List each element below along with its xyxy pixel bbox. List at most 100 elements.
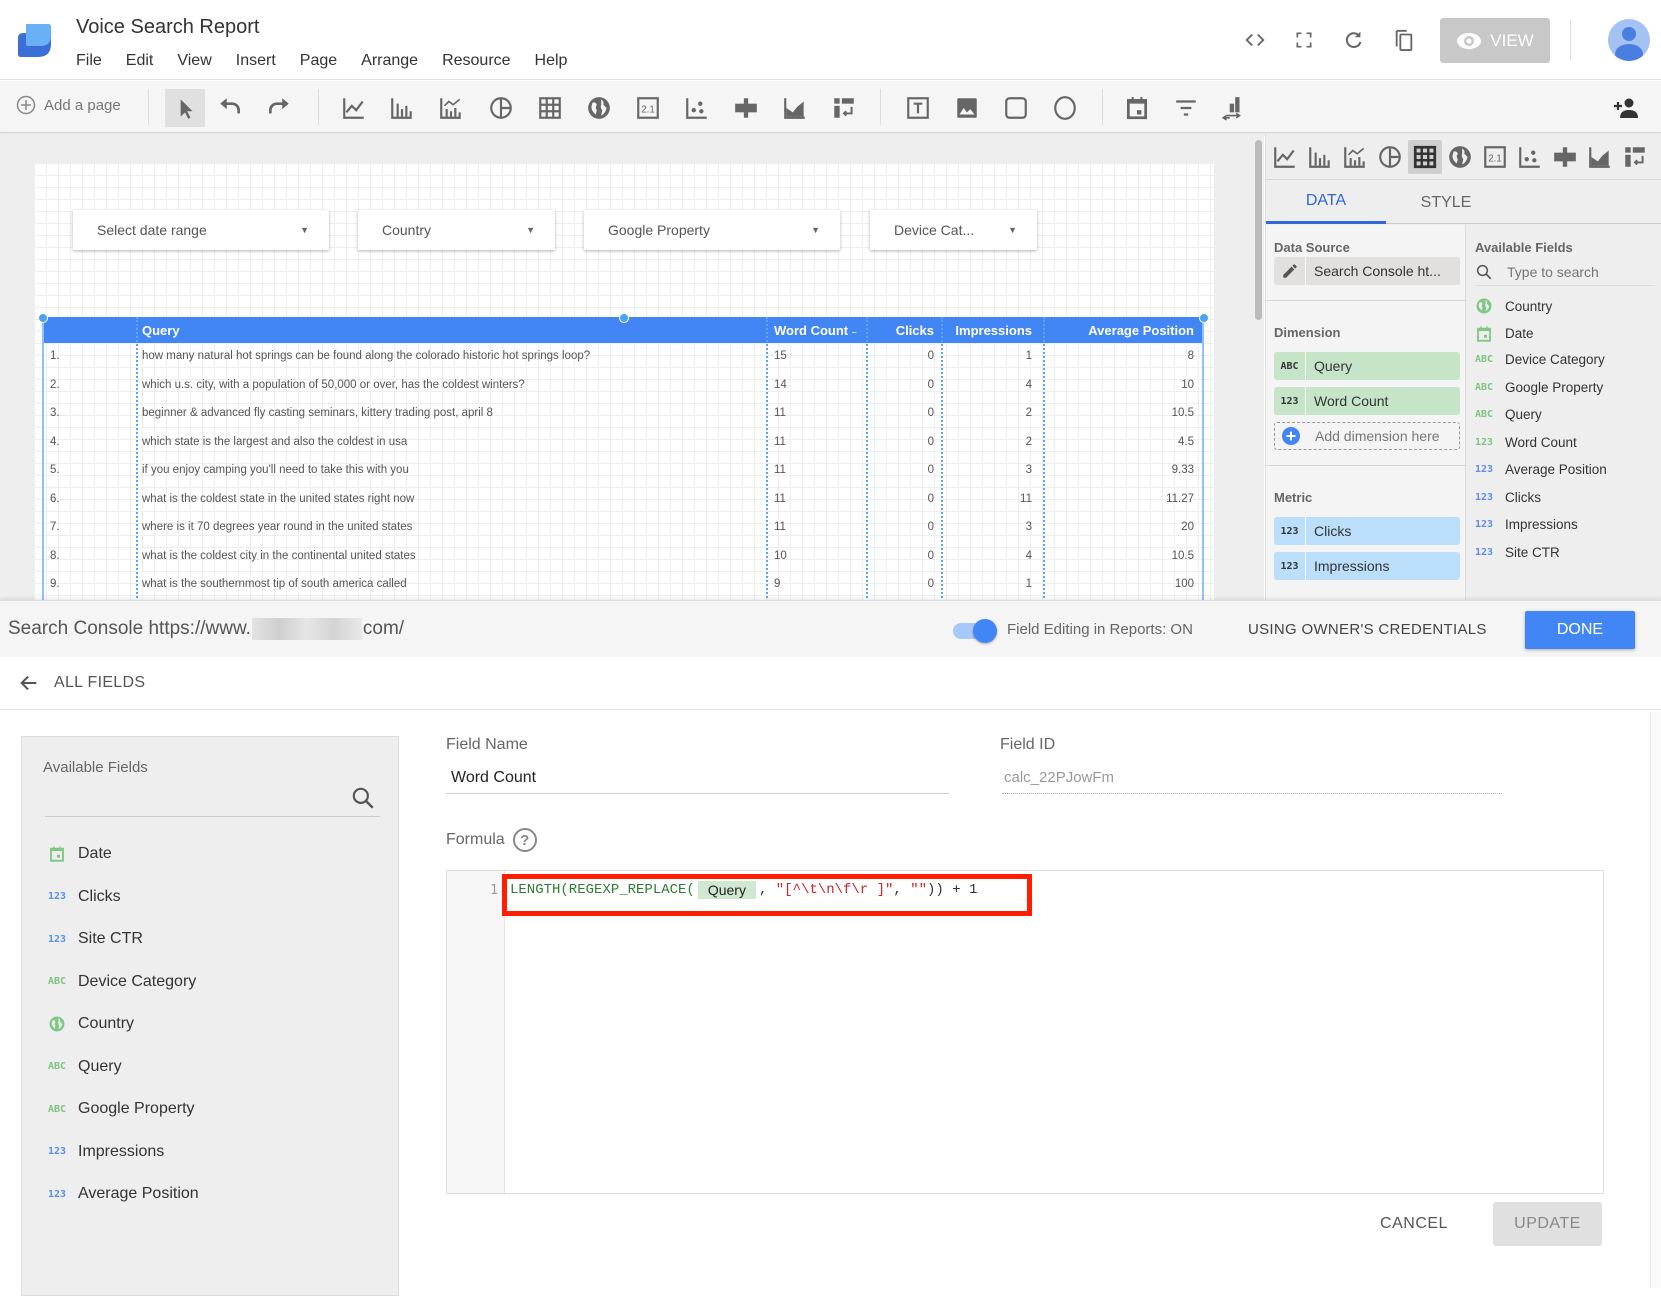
column-divider[interactable] <box>136 317 138 600</box>
report-page[interactable]: Select date range ▼ Country ▼ Google Pro… <box>34 163 1214 600</box>
column-divider[interactable] <box>1043 317 1045 600</box>
date-range-icon[interactable] <box>1120 91 1154 125</box>
help-icon[interactable]: ? <box>512 828 537 852</box>
available-field-item[interactable]: 123 Impressions <box>1475 517 1578 532</box>
credentials-button[interactable]: USING OWNER'S CREDENTIALS <box>1248 621 1487 638</box>
column-divider[interactable] <box>941 317 943 600</box>
available-field-item[interactable]: Country <box>1475 297 1552 315</box>
available-field-item[interactable]: ABC Google Property <box>1475 380 1603 395</box>
field-search-input[interactable] <box>1507 263 1647 280</box>
field-editing-toggle[interactable] <box>953 619 997 643</box>
undo-icon[interactable] <box>213 91 247 125</box>
refresh-icon[interactable] <box>1340 26 1368 54</box>
column-divider[interactable] <box>766 317 768 600</box>
tab-data[interactable]: DATA <box>1266 181 1386 224</box>
dimension-chip-word-count[interactable]: 123 Word Count <box>1274 387 1460 415</box>
menu-arrange[interactable]: Arrange <box>361 52 418 70</box>
table-row[interactable]: 3. beginner & advanced fly casting semina… <box>44 400 1202 429</box>
formula-field-item[interactable]: 123 Site CTR <box>48 930 143 948</box>
table-row[interactable]: 7. where is it 70 degrees year round in t… <box>44 514 1202 543</box>
menu-file[interactable]: File <box>76 52 102 70</box>
formula-field-item[interactable]: Country <box>48 1015 134 1033</box>
table-row[interactable]: 1. how many natural hot springs can be fo… <box>44 343 1202 372</box>
field-search-input[interactable] <box>45 816 380 817</box>
formula-code[interactable]: LENGTH(REGEXP_REPLACE(Query, "[^\t\n\f\r… <box>510 881 977 899</box>
report-title[interactable]: Voice Search Report <box>76 16 259 39</box>
available-field-item[interactable]: 123 Clicks <box>1475 490 1541 505</box>
field-name-input[interactable] <box>446 762 949 794</box>
dimension-chip-query[interactable]: ABC Query <box>1274 352 1460 380</box>
formula-field-item[interactable]: 123 Average Position <box>48 1185 199 1203</box>
formula-field-item[interactable]: 123 Impressions <box>48 1143 164 1161</box>
pivot-table-icon[interactable] <box>1618 140 1652 174</box>
metric-chip-clicks[interactable]: 123 Clicks <box>1274 517 1460 545</box>
formula-field-item[interactable]: ABC Query <box>48 1058 122 1076</box>
device-category-filter[interactable]: Device Cat... ▼ <box>870 210 1037 250</box>
add-page-button[interactable]: Add a page <box>16 95 121 115</box>
scrollbar-thumb[interactable] <box>1255 140 1262 320</box>
country-filter[interactable]: Country ▼ <box>358 210 555 250</box>
field-search[interactable] <box>1475 258 1655 286</box>
table-chart-icon[interactable] <box>533 91 567 125</box>
table-row[interactable]: 8. what is the coldest city in the contin… <box>44 543 1202 572</box>
scorecard-icon[interactable]: 2.1 <box>631 91 665 125</box>
resize-handle[interactable] <box>619 313 629 323</box>
available-field-item[interactable]: 123 Word Count <box>1475 435 1577 450</box>
column-header-clicks[interactable]: Clicks <box>896 323 934 338</box>
date-range-filter[interactable]: Select date range ▼ <box>73 210 329 250</box>
table-row[interactable]: 4. which state is the largest and also th… <box>44 429 1202 458</box>
geo-map-icon[interactable] <box>582 91 616 125</box>
add-dimension-button[interactable]: Add dimension here <box>1274 422 1460 450</box>
time-series-chart-icon[interactable] <box>1268 140 1302 174</box>
bullet-chart-icon[interactable] <box>729 91 763 125</box>
pie-chart-icon[interactable] <box>1373 140 1407 174</box>
menu-help[interactable]: Help <box>535 52 568 70</box>
edit-pencil-icon[interactable] <box>1274 257 1306 285</box>
copy-icon[interactable] <box>1390 26 1418 54</box>
area-chart-icon[interactable] <box>778 91 812 125</box>
data-source-chip[interactable]: Search Console ht... <box>1274 257 1460 285</box>
scorecard-icon[interactable]: 2.1 <box>1478 140 1512 174</box>
column-header-impressions[interactable]: Impressions <box>955 323 1032 338</box>
resize-handle[interactable] <box>38 313 48 323</box>
fullscreen-icon[interactable] <box>1290 26 1318 54</box>
combo-chart-icon[interactable] <box>1338 140 1372 174</box>
data-studio-logo[interactable] <box>18 24 52 58</box>
cancel-button[interactable]: CANCEL <box>1360 1202 1468 1246</box>
google-property-filter[interactable]: Google Property ▼ <box>584 210 840 250</box>
formula-field-item[interactable]: 123 Clicks <box>48 888 121 906</box>
formula-editor[interactable]: 1 LENGTH(REGEXP_REPLACE(Query, "[^\t\n\f… <box>446 870 1604 1194</box>
geo-map-icon[interactable] <box>1443 140 1477 174</box>
update-button[interactable]: UPDATE <box>1493 1202 1602 1246</box>
query-table[interactable]: Query Word Count – Clicks Impressions Av… <box>42 317 1204 600</box>
all-fields-back-button[interactable]: ALL FIELDS <box>18 672 145 694</box>
available-field-item[interactable]: 123 Site CTR <box>1475 545 1560 560</box>
circle-icon[interactable] <box>1048 91 1082 125</box>
embed-code-icon[interactable] <box>1241 26 1269 54</box>
column-header-query[interactable]: Query <box>142 323 180 338</box>
table-row[interactable]: 5. if you enjoy camping you'll need to ta… <box>44 457 1202 486</box>
scatter-chart-icon[interactable] <box>680 91 714 125</box>
menu-insert[interactable]: Insert <box>236 52 276 70</box>
bar-chart-icon[interactable] <box>385 91 419 125</box>
column-divider[interactable] <box>866 317 868 600</box>
metric-chip-impressions[interactable]: 123 Impressions <box>1274 552 1460 580</box>
canvas-scrollbar[interactable] <box>1252 134 1264 600</box>
time-series-chart-icon[interactable] <box>337 91 371 125</box>
bar-chart-icon[interactable] <box>1303 140 1337 174</box>
column-header-word-count[interactable]: Word Count – <box>774 323 857 338</box>
formula-field-item[interactable]: ABC Google Property <box>48 1100 195 1118</box>
column-header-avg-position[interactable]: Average Position <box>1088 323 1194 338</box>
table-row[interactable]: 9. what is the southernmost tip of south … <box>44 571 1202 600</box>
tab-style[interactable]: STYLE <box>1386 181 1506 224</box>
available-field-item[interactable]: ABC Query <box>1475 407 1542 422</box>
redo-icon[interactable] <box>262 91 296 125</box>
image-icon[interactable] <box>950 91 984 125</box>
table-row[interactable]: 6. what is the coldest state in the unite… <box>44 486 1202 515</box>
formula-field-item[interactable]: Date <box>48 845 112 863</box>
available-field-item[interactable]: 123 Average Position <box>1475 462 1607 477</box>
table-row[interactable]: 2. which u.s. city, with a population of … <box>44 372 1202 401</box>
resize-handle[interactable] <box>1199 313 1209 323</box>
formula-field-chip[interactable]: Query <box>697 881 756 899</box>
table-chart-icon[interactable] <box>1408 140 1442 174</box>
